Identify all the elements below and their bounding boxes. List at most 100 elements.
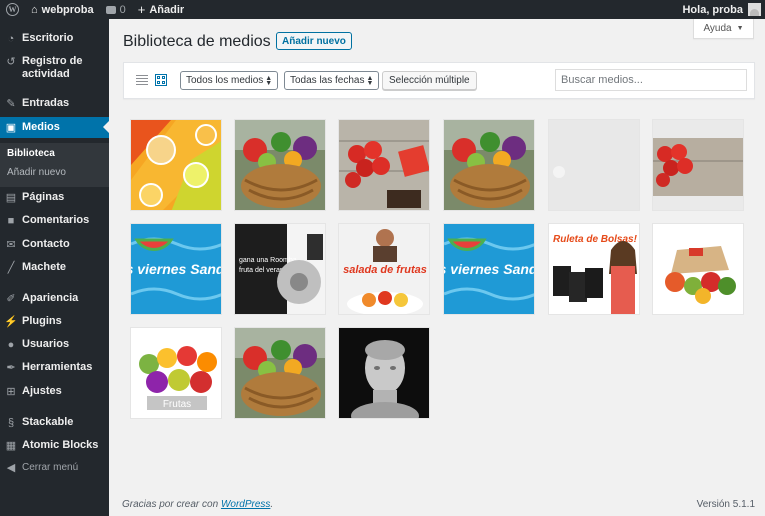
wrench-icon: ✒ [6, 362, 16, 374]
menu-item-herramientas[interactable]: ✒ Herramientas [0, 361, 109, 375]
media-item[interactable] [130, 119, 222, 211]
site-name: webproba [41, 3, 94, 16]
media-item[interactable] [338, 119, 430, 211]
dashboard-icon: ◔ [7, 33, 15, 45]
footer-thanks: Gracias por crear con WordPress. [122, 499, 273, 510]
menu-item-contacto[interactable]: ✉ Contacto [0, 238, 109, 252]
greeting: Hola, proba [682, 3, 743, 16]
page-title: Biblioteca de medios [123, 33, 271, 50]
media-item[interactable] [443, 119, 535, 211]
media-item[interactable]: Los viernes Sandía!! [130, 223, 222, 315]
menu-item-label: Páginas [22, 191, 65, 203]
admin-bar: W ⌂ webproba 0 + Añadir Hola, proba [0, 0, 765, 19]
grid-view-button[interactable] [154, 73, 168, 87]
media-icon: ▣ [5, 121, 17, 134]
bulk-select-button[interactable]: Selección múltiple [382, 71, 477, 90]
select-arrows-icon: ▲ ▼ [265, 74, 273, 87]
menu-item-label: Entradas [22, 97, 70, 109]
menu-item-usuarios[interactable]: ● Usuarios [0, 338, 109, 352]
date-filter-value: Todas las fechas [290, 75, 365, 86]
menu-item-label: Medios [22, 121, 60, 133]
menu-item-entradas[interactable]: ✎ Entradas [0, 97, 109, 111]
bust-thumbnail [339, 328, 429, 418]
menu-item-label: Stackable [22, 416, 74, 428]
site-name-link[interactable]: ⌂ webproba [25, 0, 100, 19]
menu-item-label: Escritorio [22, 32, 74, 44]
collapse-menu-label: Cerrar menú [22, 462, 79, 473]
media-caption: Los viernes Sandía!! [444, 261, 535, 277]
menu-item-label: Registro de actividad [22, 55, 83, 80]
admin-menu: ◔ Escritorio ↺ Registro de actividad ✎ E… [0, 19, 109, 516]
menu-item-ajustes[interactable]: ⊞ Ajustes [0, 385, 109, 399]
help-tab-label: Ayuda [703, 23, 732, 34]
bags-promo-thumbnail: Ruleta de Bolsas! [549, 224, 639, 314]
menu-item-machete[interactable]: ╱ Machete [0, 261, 109, 275]
image-placeholder-thumbnail [549, 120, 639, 210]
media-type-filter-value: Todos los medios [186, 75, 264, 86]
wp-logo-menu[interactable]: W [0, 0, 25, 19]
menu-item-plugins[interactable]: ⚡ Plugins [0, 315, 109, 329]
machete-icon: ╱ [7, 262, 15, 274]
new-content-link[interactable]: + Añadir [132, 0, 190, 19]
stackable-icon: § [7, 417, 15, 429]
media-item[interactable]: gana una Roomba fruta del verano [234, 223, 326, 315]
mail-icon: ✉ [6, 239, 16, 251]
media-item[interactable]: Los viernes Sandía!! [443, 223, 535, 315]
media-item[interactable]: salada de frutas [338, 223, 430, 315]
settings-icon: ⊞ [6, 386, 16, 398]
media-submenu: Biblioteca Añadir nuevo [0, 143, 109, 187]
media-caption: Frutas [163, 399, 191, 410]
new-content-label: Añadir [149, 3, 185, 16]
date-filter[interactable]: Todas las fechas ▲ ▼ [284, 71, 380, 90]
footer-thanks-suffix: . [270, 499, 274, 510]
wordpress-link[interactable]: WordPress [221, 499, 270, 510]
menu-item-label: Plugins [22, 315, 62, 327]
vegetable-basket-thumbnail [235, 328, 325, 418]
tomatoes-wood-thumbnail [339, 120, 429, 210]
add-new-button[interactable]: Añadir nuevo [276, 32, 352, 50]
menu-item-comentarios[interactable]: ■ Comentarios [0, 214, 109, 228]
salad-promo-thumbnail: salada de frutas [339, 224, 429, 314]
media-type-filter[interactable]: Todos los medios ▲ ▼ [180, 71, 279, 90]
media-item[interactable] [234, 327, 326, 419]
avatar [748, 3, 761, 16]
help-tab[interactable]: Ayuda ▼ [693, 19, 754, 39]
pin-icon: ✎ [6, 98, 16, 110]
caret-down-icon: ▼ [736, 25, 744, 32]
media-toolbar: Todos los medios ▲ ▼ Todas las fechas ▲ ▼ … [123, 62, 755, 99]
menu-item-label: Apariencia [22, 292, 79, 304]
media-item[interactable] [234, 119, 326, 211]
menu-item-label: Comentarios [22, 214, 90, 226]
vegetable-box-thumbnail [653, 224, 743, 314]
menu-item-registro[interactable]: ↺ Registro de actividad [0, 55, 109, 81]
menu-item-label: Herramientas [22, 361, 93, 373]
watermelon-pool-thumbnail: Los viernes Sandía!! [444, 224, 535, 314]
media-item[interactable] [338, 327, 430, 419]
submenu-item-biblioteca[interactable]: Biblioteca [7, 148, 55, 159]
plus-icon: + [137, 2, 146, 17]
media-item[interactable] [652, 119, 744, 211]
media-item[interactable]: Ruleta de Bolsas! [548, 223, 640, 315]
menu-item-escritorio[interactable]: ◔ Escritorio [0, 32, 109, 46]
media-item[interactable] [652, 223, 744, 315]
comments-icon: ■ [7, 215, 15, 227]
atomic-blocks-icon: ▦ [5, 440, 17, 452]
submenu-item-anadir-nuevo[interactable]: Añadir nuevo [7, 167, 66, 178]
plugin-icon: ⚡ [4, 316, 18, 328]
menu-item-apariencia[interactable]: ✐ Apariencia [0, 292, 109, 306]
users-icon: ● [7, 339, 15, 351]
comments-link[interactable]: 0 [100, 0, 132, 19]
menu-item-stackable[interactable]: § Stackable [0, 416, 109, 430]
menu-item-label: Usuarios [22, 338, 70, 350]
menu-item-medios[interactable]: ▣ Medios [0, 117, 109, 138]
menu-item-label: Machete [22, 261, 67, 273]
menu-item-atomic-blocks[interactable]: ▦ Atomic Blocks [0, 439, 109, 453]
collapse-menu-button[interactable]: ◀ Cerrar menú [0, 461, 109, 475]
search-media-input[interactable] [555, 69, 747, 91]
brush-icon: ✐ [6, 293, 16, 305]
list-view-button[interactable] [135, 73, 149, 87]
media-item[interactable]: Frutas [130, 327, 222, 419]
menu-item-paginas[interactable]: ▤ Páginas [0, 191, 109, 205]
media-item[interactable] [548, 119, 640, 211]
account-menu[interactable]: Hola, proba [682, 0, 761, 19]
